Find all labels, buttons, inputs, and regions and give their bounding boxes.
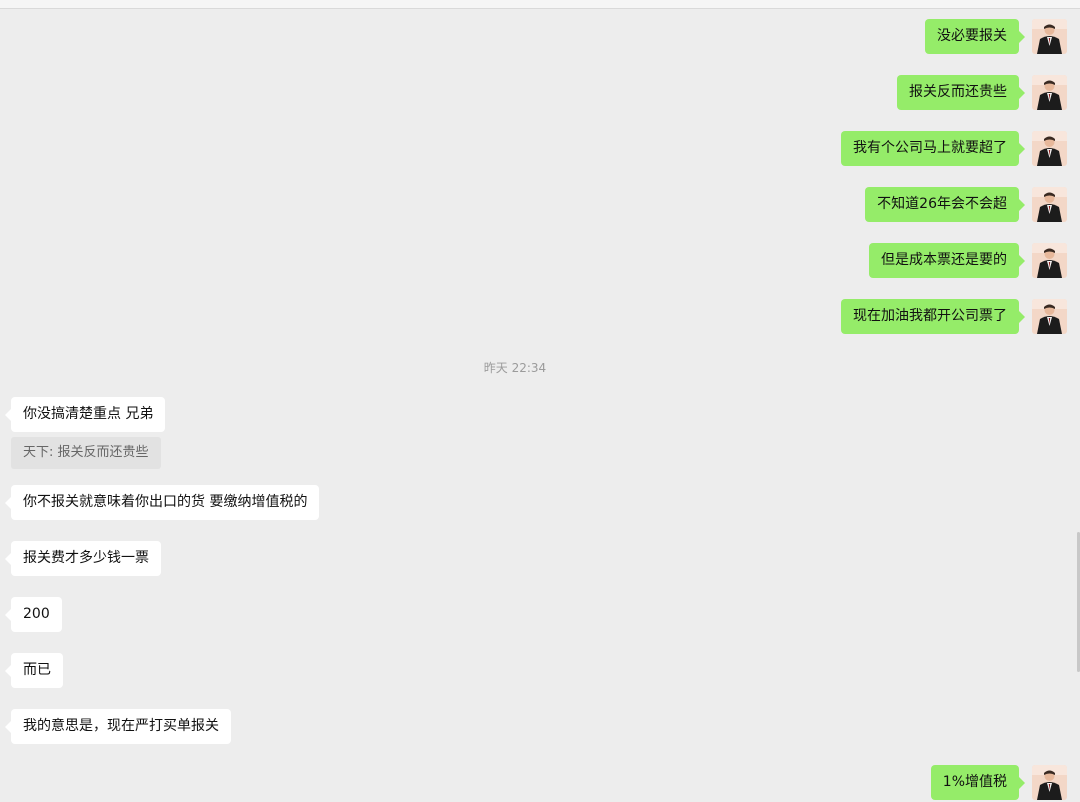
message-row-outgoing: 但是成本票还是要的 xyxy=(0,243,1080,278)
message-row-incoming: 我的意思是，现在严打买单报关 xyxy=(0,709,1080,744)
incoming-bubble[interactable]: 而已 xyxy=(5,653,63,688)
message-row-outgoing: 没必要报关 xyxy=(0,19,1080,54)
avatar-image xyxy=(1032,131,1067,166)
message-row-outgoing: 报关反而还贵些 xyxy=(0,75,1080,110)
outgoing-bubble[interactable]: 1%增值税 xyxy=(930,765,1026,800)
avatar-image xyxy=(1032,75,1067,110)
avatar-image xyxy=(1032,299,1067,334)
incoming-bubble[interactable]: 你不报关就意味着你出口的货 要缴纳增值税的 xyxy=(4,485,320,520)
outgoing-bubble[interactable]: 但是成本票还是要的 xyxy=(869,243,1025,278)
avatar-image xyxy=(1032,187,1067,222)
outgoing-bubble[interactable]: 我有个公司马上就要超了 xyxy=(841,131,1025,166)
chat-area[interactable]: 没必要报关 报关反而还贵些 我有个公司马上就要超了 不知道26年会不会超 但是成… xyxy=(0,0,1080,802)
incoming-bubble[interactable]: 报关费才多少钱一票 xyxy=(5,541,161,576)
message-row-outgoing: 1%增值税 xyxy=(0,765,1080,800)
avatar-icon[interactable] xyxy=(1032,299,1067,334)
message-row-incoming: 你不报关就意味着你出口的货 要缴纳增值税的 xyxy=(0,485,1080,520)
message-row-outgoing: 现在加油我都开公司票了 xyxy=(0,299,1080,334)
incoming-bubble[interactable]: 我的意思是，现在严打买单报关 xyxy=(5,709,231,744)
outgoing-bubble[interactable]: 不知道26年会不会超 xyxy=(865,187,1025,222)
avatar-icon[interactable] xyxy=(1032,243,1067,278)
avatar-icon[interactable] xyxy=(1032,75,1067,110)
avatar-icon[interactable] xyxy=(1032,187,1067,222)
avatar-image xyxy=(1032,765,1067,800)
message-row-incoming: 而已 xyxy=(0,653,1080,688)
message-row-incoming: 报关费才多少钱一票 xyxy=(0,541,1080,576)
outgoing-bubble[interactable]: 没必要报关 xyxy=(925,19,1025,54)
avatar-image xyxy=(1032,243,1067,278)
quoted-message[interactable]: 天下: 报关反而还贵些 xyxy=(11,437,161,469)
message-row-incoming: 200 xyxy=(0,597,1080,632)
message-row-outgoing: 不知道26年会不会超 xyxy=(0,187,1080,222)
outgoing-bubble[interactable]: 报关反而还贵些 xyxy=(897,75,1025,110)
message-row-outgoing: 我有个公司马上就要超了 xyxy=(0,131,1080,166)
incoming-bubble[interactable]: 你没搞清楚重点 兄弟 xyxy=(4,397,166,432)
avatar-icon[interactable] xyxy=(1032,19,1067,54)
incoming-bubble[interactable]: 200 xyxy=(5,597,62,632)
avatar-icon[interactable] xyxy=(1032,131,1067,166)
avatar-icon[interactable] xyxy=(1032,765,1067,800)
message-row-incoming: 你没搞清楚重点 兄弟 xyxy=(0,397,1080,432)
outgoing-bubble[interactable]: 现在加油我都开公司票了 xyxy=(841,299,1025,334)
timestamp: 昨天 22:34 xyxy=(483,361,547,375)
avatar-image xyxy=(1032,19,1067,54)
